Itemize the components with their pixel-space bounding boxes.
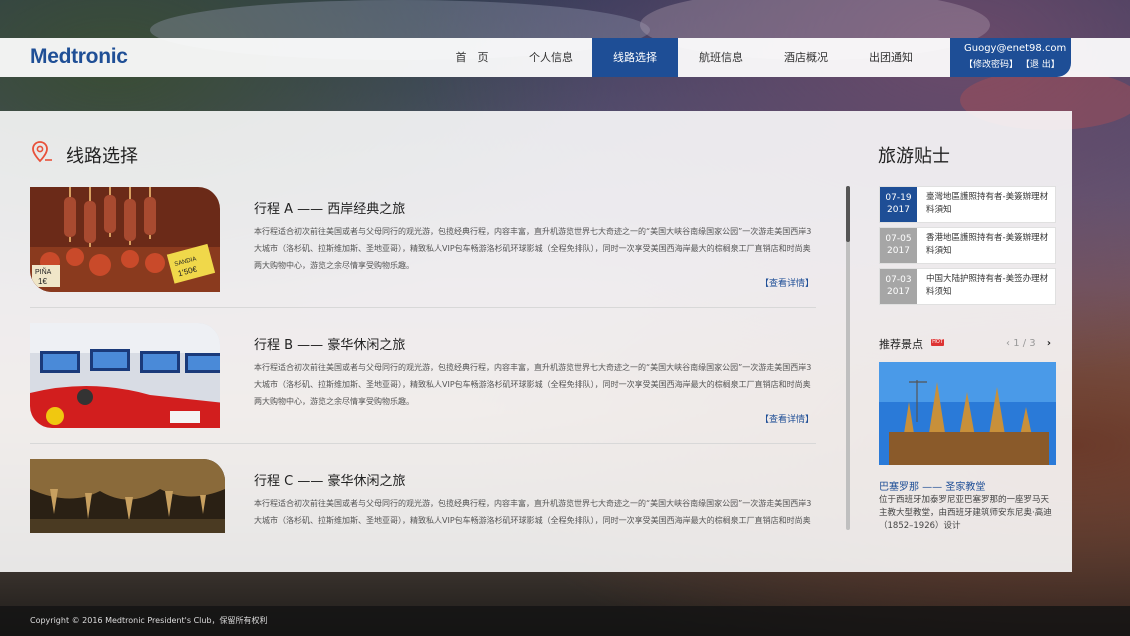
route-b-description: 本行程适合初次前往美国或者与父母同行的观光游，包揽经典行程，内容丰富，直升机游览… xyxy=(254,363,812,406)
hot-badge: HOT xyxy=(931,339,944,346)
tip-day: 07-19 xyxy=(885,193,912,203)
route-c-description: 本行程适合初次前往美国或者与父母同行的观光游，包揽经典行程，内容丰富，直升机游览… xyxy=(254,499,812,525)
page-total: 3 xyxy=(1029,338,1036,349)
tips-section-title: 旅游贴士 xyxy=(878,146,950,167)
logout-link[interactable]: 【退 出】 xyxy=(1021,60,1060,70)
recommend-pager: ‹ 1 / 3 › xyxy=(1006,338,1051,349)
recommend-image[interactable] xyxy=(879,362,1056,465)
nav-hotel-overview[interactable]: 酒店概况 xyxy=(772,38,840,77)
tip-text: 中国大陆护照持有者-美签办理材料须知 xyxy=(926,274,1049,297)
svg-text:1€: 1€ xyxy=(38,277,47,286)
recommend-title: 推荐景点 xyxy=(879,338,923,351)
tip-year: 2017 xyxy=(887,246,910,256)
nav-home[interactable]: 首 页 xyxy=(440,38,504,77)
route-a-details-link[interactable]: 【查看详情】 xyxy=(760,276,814,289)
route-b-title[interactable]: 行程 B —— 豪华休闲之旅 xyxy=(254,334,405,353)
user-links: 【修改密码】 【退 出】 xyxy=(964,57,1071,70)
tip-item[interactable]: 07-19 2017 臺灣地區護照持有者-美簽辦理材料須知 xyxy=(879,186,1056,223)
tip-text: 香港地區護照持有者-美簽辦理材料須知 xyxy=(926,233,1049,256)
route-a-title[interactable]: 行程 A —— 西岸经典之旅 xyxy=(254,198,405,217)
tip-year: 2017 xyxy=(887,287,910,297)
route-a-description: 本行程适合初次前往美国或者与父母同行的观光游，包揽经典行程，内容丰富，直升机游览… xyxy=(254,227,812,270)
top-navigation-bar: Medtronic 首 页 个人信息 线路选择 航班信息 酒店概况 出团通知 G… xyxy=(0,38,1130,77)
medtronic-logo[interactable]: Medtronic xyxy=(30,45,128,69)
tip-item[interactable]: 07-05 2017 香港地區護照持有者-美簽辦理材料須知 xyxy=(879,227,1056,264)
tip-date: 07-19 2017 xyxy=(880,187,917,222)
tip-item[interactable]: 07-03 2017 中国大陆护照持有者-美签办理材料须知 xyxy=(879,268,1056,305)
route-b-image[interactable] xyxy=(30,323,220,428)
footer: Copyright © 2016 Medtronic President's C… xyxy=(0,606,1130,636)
route-c-image[interactable] xyxy=(30,459,225,533)
nav-flight-info[interactable]: 航班信息 xyxy=(686,38,756,77)
user-email: Guogy@enet98.com xyxy=(964,43,1067,54)
svg-text:PIÑA: PIÑA xyxy=(35,267,52,276)
route-divider xyxy=(30,307,816,308)
tip-year: 2017 xyxy=(887,205,910,215)
nav-route-selection[interactable]: 线路选择 xyxy=(592,38,678,77)
route-c-title[interactable]: 行程 C —— 豪华休闲之旅 xyxy=(254,470,405,489)
nav-personal-info[interactable]: 个人信息 xyxy=(518,38,584,77)
chevron-left-icon[interactable]: ‹ xyxy=(1006,338,1010,349)
recommend-name[interactable]: 巴塞罗那 —— 圣家教堂 xyxy=(879,478,985,493)
tip-day: 07-03 xyxy=(885,275,912,285)
tip-text: 臺灣地區護照持有者-美簽辦理材料須知 xyxy=(926,192,1049,215)
recommend-description: 位于西班牙加泰罗尼亚巴塞罗那的一座罗马天主教大型教堂，由西班牙建筑师安东尼奥·高… xyxy=(879,495,1052,531)
route-b-details-link[interactable]: 【查看详情】 xyxy=(760,412,814,425)
route-a-image[interactable]: PIÑA 1€ SANDIA 1'50€ xyxy=(30,187,220,292)
route-card-a: PIÑA 1€ SANDIA 1'50€ 行程 A —— 西岸经典之旅 本行程适… xyxy=(30,187,816,292)
route-divider xyxy=(30,443,816,444)
page-separator: / xyxy=(1019,338,1030,349)
route-card-b: 行程 B —— 豪华休闲之旅 本行程适合初次前往美国或者与父母同行的观光游，包揽… xyxy=(30,323,816,428)
location-pin-icon xyxy=(32,141,52,163)
tip-date: 07-05 2017 xyxy=(880,228,917,263)
tip-day: 07-05 xyxy=(885,234,912,244)
change-password-link[interactable]: 【修改密码】 xyxy=(964,60,1018,70)
route-list-scrollbar-thumb[interactable] xyxy=(846,186,850,242)
chevron-right-icon[interactable]: › xyxy=(1047,338,1051,349)
nav-tour-notice[interactable]: 出团通知 xyxy=(858,38,924,77)
footer-copyright: Copyright © 2016 Medtronic President's C… xyxy=(30,616,268,625)
user-panel: Guogy@enet98.com 【修改密码】 【退 出】 xyxy=(950,38,1071,77)
tip-date: 07-03 2017 xyxy=(880,269,917,304)
route-card-c: 行程 C —— 豪华休闲之旅 本行程适合初次前往美国或者与父母同行的观光游，包揽… xyxy=(30,459,816,533)
route-section-title: 线路选择 xyxy=(66,146,138,167)
